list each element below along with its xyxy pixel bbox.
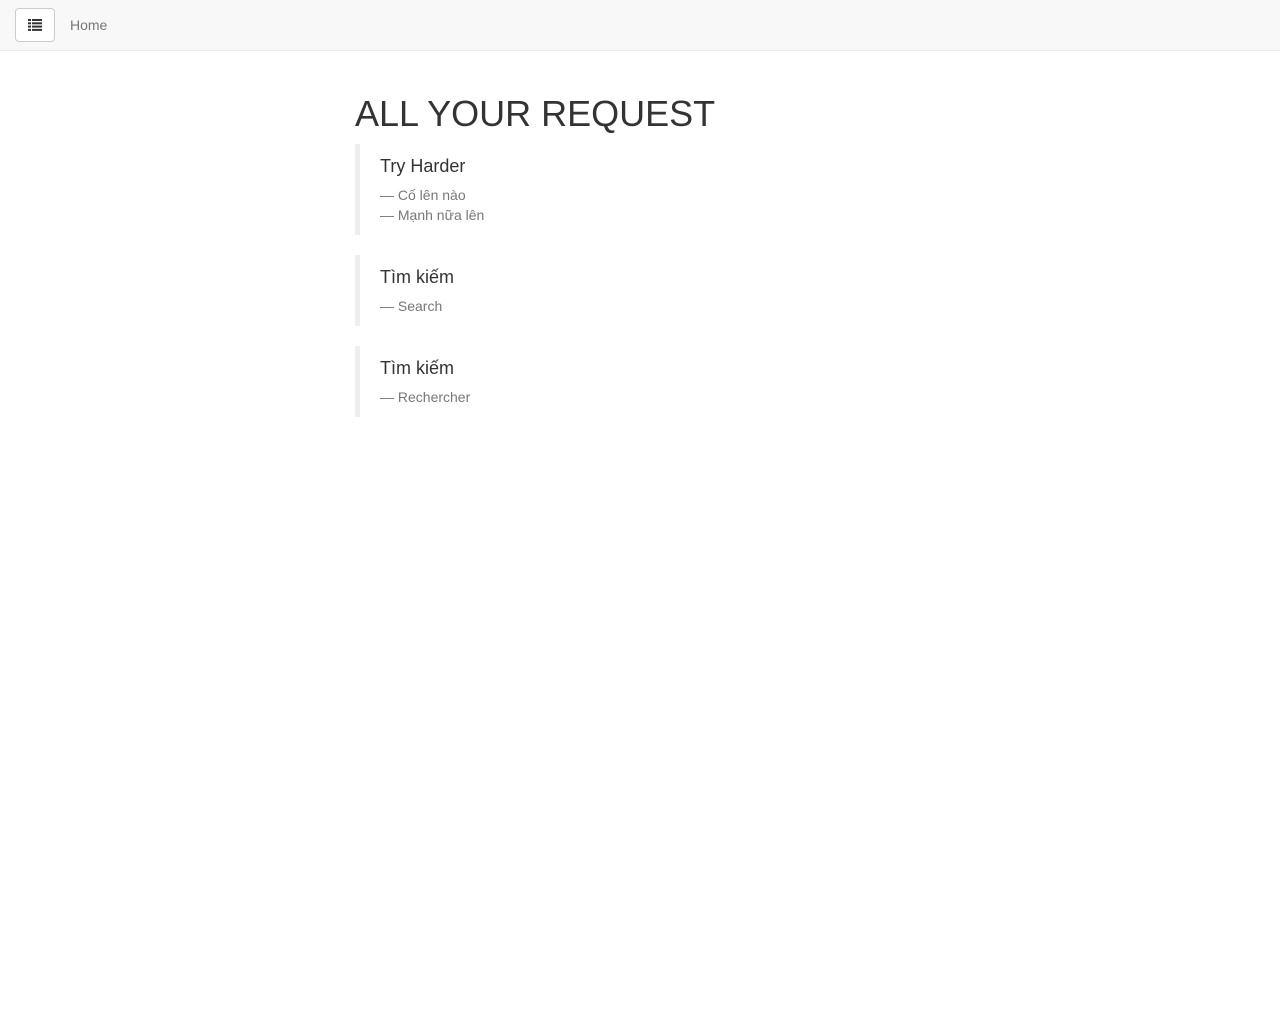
request-title: Tìm kiếm (380, 358, 454, 378)
request-translation: Cố lên nào (380, 185, 905, 205)
request-item: Tìm kiếm Rechercher (355, 346, 925, 417)
request-item: Try Harder Cố lên nào Mạnh nữa lên (355, 144, 925, 235)
nav-home-link[interactable]: Home (70, 16, 107, 34)
request-translation: Mạnh nữa lên (380, 205, 905, 225)
list-icon (28, 19, 42, 31)
main-content: ALL YOUR REQUEST Try Harder Cố lên nào M… (355, 91, 925, 437)
top-navbar: Home (0, 0, 1280, 51)
menu-toggle-button[interactable] (15, 8, 55, 42)
request-translation: Rechercher (380, 387, 905, 407)
request-title: Try Harder (380, 156, 466, 176)
page-title: ALL YOUR REQUEST (355, 93, 716, 134)
request-title: Tìm kiếm (380, 267, 454, 287)
request-item: Tìm kiếm Search (355, 255, 925, 326)
request-translation: Search (380, 296, 905, 316)
